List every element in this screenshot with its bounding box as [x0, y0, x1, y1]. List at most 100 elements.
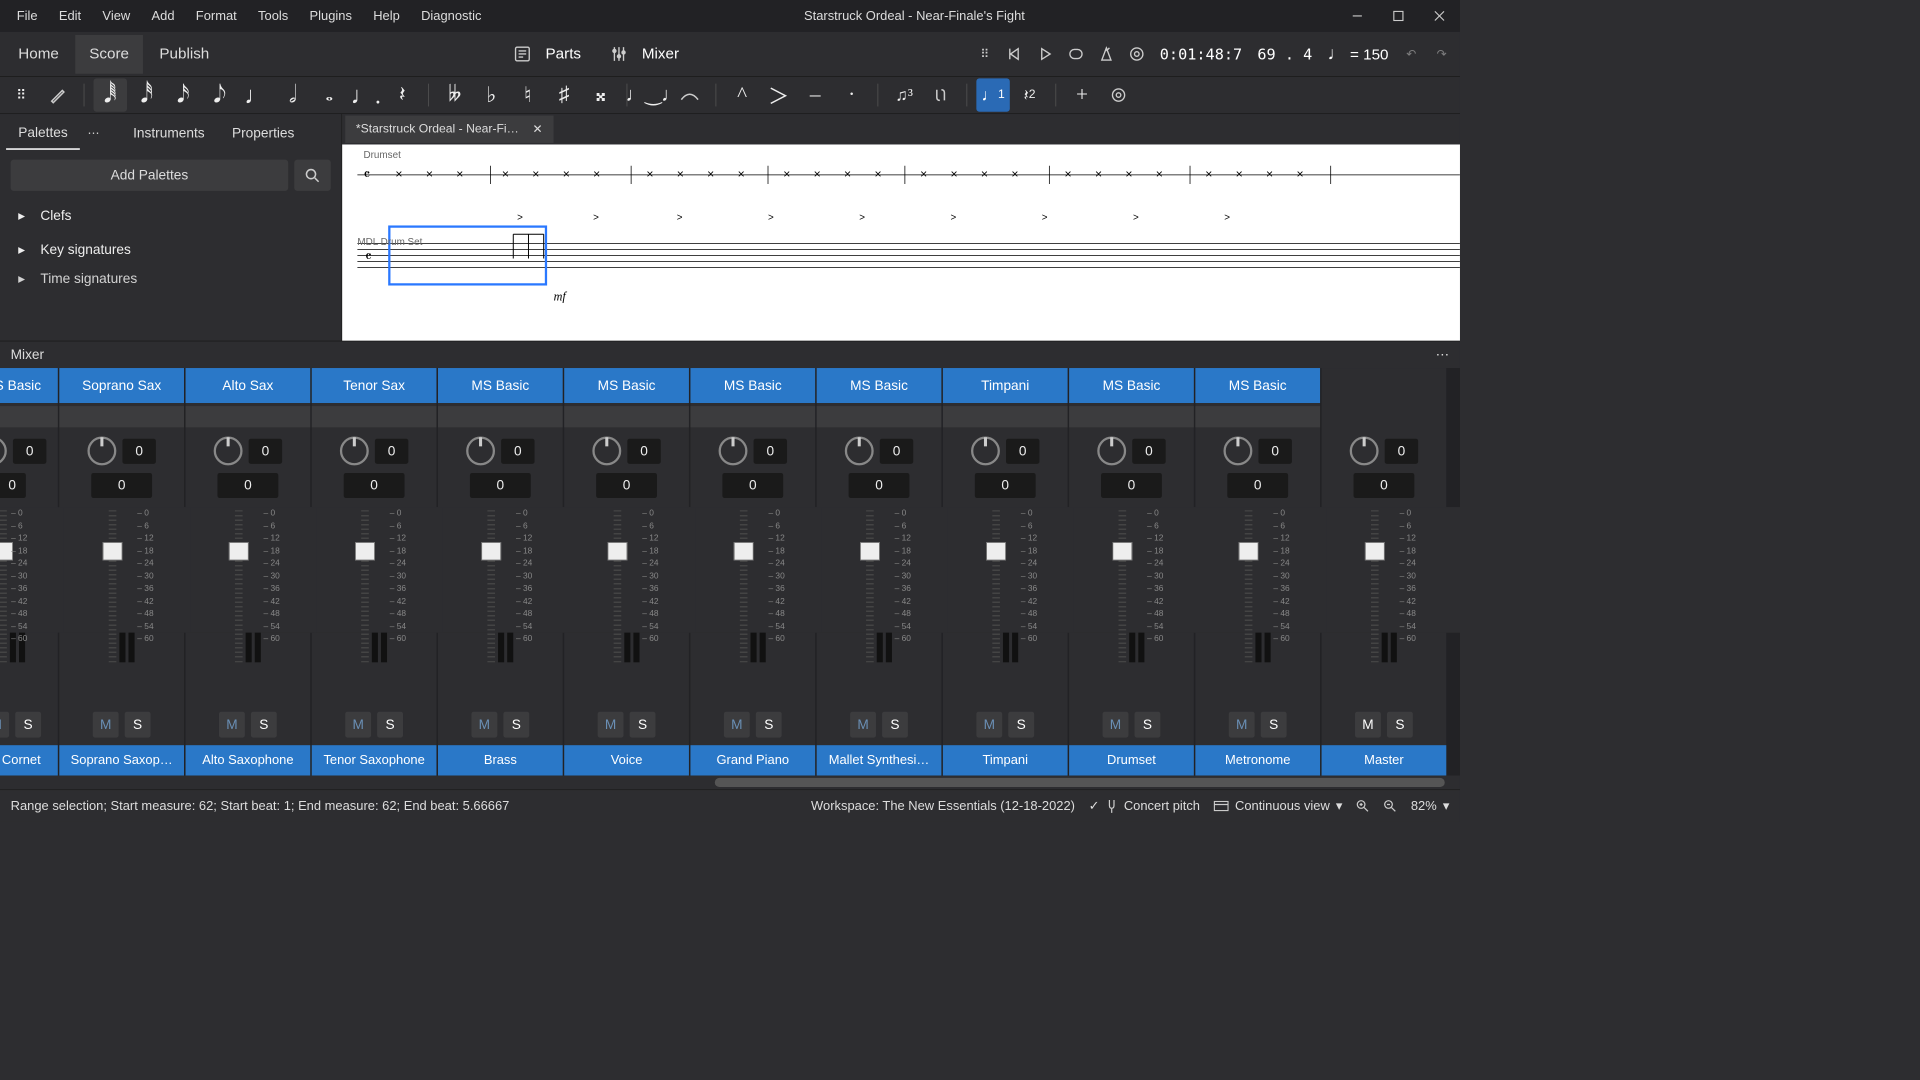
add-palettes-button[interactable]: Add Palettes	[11, 160, 289, 191]
channel-name[interactable]: Voice	[564, 745, 689, 775]
volume-value[interactable]: 0	[0, 473, 26, 498]
accent-button[interactable]: ＞	[762, 78, 795, 111]
panel-instruments-tab[interactable]: Instruments	[121, 117, 217, 148]
pan-knob[interactable]	[719, 436, 748, 465]
parts-button[interactable]: Parts	[539, 45, 587, 62]
tie-button[interactable]: ♩‿♩	[636, 78, 669, 111]
palette-search-button[interactable]	[294, 160, 330, 191]
accidental-flat[interactable]: ♭	[474, 78, 507, 111]
maximize-button[interactable]	[1378, 0, 1419, 32]
accidental-double-sharp[interactable]: 𝄪	[584, 78, 617, 111]
solo-button[interactable]: S	[251, 712, 277, 738]
volume-value[interactable]: 0	[849, 473, 910, 498]
voice-1-button[interactable]: ♩1	[976, 78, 1009, 111]
volume-fader[interactable]	[109, 510, 117, 662]
panel-properties-tab[interactable]: Properties	[220, 117, 307, 148]
pan-value[interactable]: 0	[754, 438, 787, 463]
accidental-double-flat[interactable]: 𝄫	[438, 78, 471, 111]
channel-name[interactable]: Master	[1322, 745, 1447, 775]
redo-button[interactable]: ↷	[1428, 40, 1455, 67]
grip-icon[interactable]: ⠿	[5, 78, 38, 111]
slur-button[interactable]	[673, 78, 706, 111]
staccato-button[interactable]: ·	[835, 78, 868, 111]
play-button[interactable]	[1032, 40, 1059, 67]
channel-fx-slot[interactable]	[186, 406, 311, 427]
volume-fader[interactable]	[614, 510, 622, 662]
solo-button[interactable]: S	[15, 712, 41, 738]
voice-2-button[interactable]: 𝄽2	[1013, 78, 1046, 111]
channel-preset[interactable]: MS Basic	[564, 368, 689, 403]
panel-palettes-tab[interactable]: Palettes	[6, 117, 80, 150]
channel-fx-slot[interactable]	[438, 406, 563, 427]
channel-name[interactable]: Metronome	[1195, 745, 1320, 775]
volume-fader[interactable]	[740, 510, 748, 662]
channel-name[interactable]: Timpani	[943, 745, 1068, 775]
channel-fx-slot[interactable]	[0, 406, 58, 427]
volume-fader[interactable]	[1245, 510, 1253, 662]
pan-knob[interactable]	[466, 436, 495, 465]
close-button[interactable]	[1419, 0, 1460, 32]
mute-button[interactable]: M	[219, 712, 245, 738]
rewind-button[interactable]	[1002, 40, 1029, 67]
note-32nd[interactable]: 𝅘𝅥𝅰	[130, 78, 163, 111]
channel-preset[interactable]: MS Basic	[817, 368, 942, 403]
volume-value[interactable]: 0	[91, 473, 152, 498]
note-rest[interactable]: 𝄽	[386, 78, 419, 111]
pan-value[interactable]: 0	[1385, 438, 1418, 463]
mute-button[interactable]: M	[976, 712, 1002, 738]
mute-button[interactable]: M	[1103, 712, 1129, 738]
volume-value[interactable]: 0	[344, 473, 405, 498]
mute-button[interactable]: M	[93, 712, 119, 738]
note-whole[interactable]: 𝅝	[313, 78, 346, 111]
document-tab-close-icon[interactable]: ✕	[532, 122, 542, 137]
mixer-button[interactable]: Mixer	[636, 45, 685, 62]
pan-value[interactable]: 0	[13, 438, 46, 463]
note-64th[interactable]: 𝅘𝅥𝅱	[94, 78, 127, 111]
playback-settings-button[interactable]	[1123, 40, 1150, 67]
channel-name[interactable]: Brass	[438, 745, 563, 775]
solo-button[interactable]: S	[630, 712, 656, 738]
solo-button[interactable]: S	[1135, 712, 1161, 738]
channel-name[interactable]: Grand Piano	[690, 745, 815, 775]
volume-fader[interactable]	[487, 510, 495, 662]
pan-knob[interactable]	[214, 436, 243, 465]
volume-value[interactable]: 0	[1101, 473, 1162, 498]
channel-preset[interactable]: Soprano Sax	[59, 368, 184, 403]
accidental-natural[interactable]: ♮	[511, 78, 544, 111]
volume-value[interactable]: 0	[1227, 473, 1288, 498]
channel-fx-slot[interactable]	[1069, 406, 1194, 427]
channel-preset[interactable]: Tenor Sax	[312, 368, 437, 403]
channel-fx-slot[interactable]	[564, 406, 689, 427]
palette-time-signatures[interactable]: ▸Time signatures	[0, 267, 341, 290]
pan-knob[interactable]	[592, 436, 621, 465]
flip-button[interactable]	[924, 78, 957, 111]
view-mode-dropdown[interactable]: Continuous view ▾	[1214, 798, 1343, 813]
solo-button[interactable]: S	[882, 712, 908, 738]
channel-preset[interactable]: MS Basic	[438, 368, 563, 403]
volume-fader[interactable]	[992, 510, 1000, 662]
channel-fx-slot[interactable]	[943, 406, 1068, 427]
channel-preset[interactable]: Alto Sax	[186, 368, 311, 403]
note-quarter[interactable]: ♩	[240, 78, 273, 111]
channel-preset[interactable]: Timpani	[943, 368, 1068, 403]
volume-value[interactable]: 0	[975, 473, 1036, 498]
volume-value[interactable]: 0	[1354, 473, 1415, 498]
volume-fader[interactable]	[1119, 510, 1127, 662]
pan-value[interactable]: 0	[880, 438, 913, 463]
add-toolbar-button[interactable]: +	[1065, 78, 1098, 111]
channel-name[interactable]: Soprano Saxop…	[59, 745, 184, 775]
zoom-out-button[interactable]	[1383, 799, 1397, 813]
accidental-sharp[interactable]: ♯	[547, 78, 580, 111]
channel-name[interactable]: Alto Saxophone	[186, 745, 311, 775]
channel-name[interactable]: Tenor Saxophone	[312, 745, 437, 775]
pan-knob[interactable]	[971, 436, 1000, 465]
pan-knob[interactable]	[1223, 436, 1252, 465]
mute-button[interactable]: M	[1229, 712, 1255, 738]
channel-name[interactable]: Mallet Synthesi…	[817, 745, 942, 775]
palette-key-signatures[interactable]: ▸Key signatures	[0, 233, 341, 267]
solo-button[interactable]: S	[756, 712, 782, 738]
tab-home[interactable]: Home	[5, 35, 73, 74]
panel-more-icon[interactable]: ⋯	[83, 125, 104, 140]
toolbar-settings-button[interactable]	[1102, 78, 1135, 111]
pan-knob[interactable]	[845, 436, 874, 465]
